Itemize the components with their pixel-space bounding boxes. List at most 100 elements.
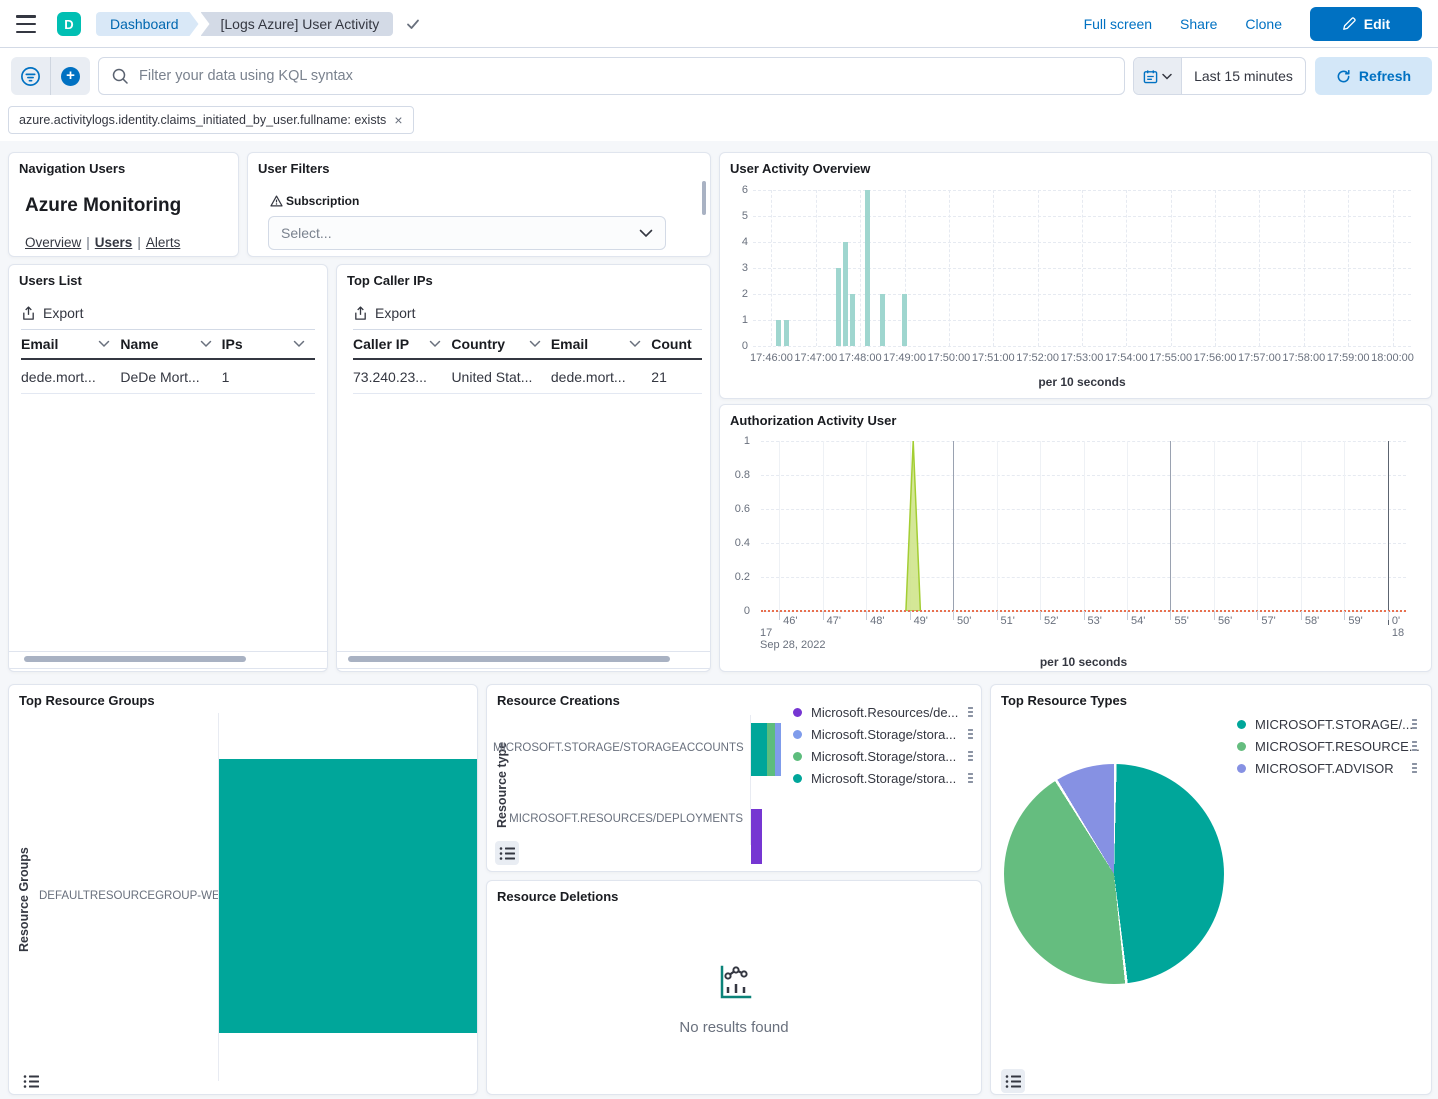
calendar-menu-button[interactable] [1134, 58, 1182, 94]
column-header-country[interactable]: Country [451, 336, 550, 352]
edit-button[interactable]: Edit [1310, 7, 1422, 41]
menu-icon[interactable] [16, 15, 36, 33]
subscription-select[interactable]: Select... [268, 216, 666, 250]
refresh-button[interactable]: Refresh [1315, 57, 1432, 95]
panel-user-filters: User Filters Subscription Select... [247, 152, 711, 257]
column-header-name[interactable]: Name [120, 336, 221, 352]
time-range-picker: Last 15 minutes [1133, 57, 1306, 95]
y-axis-tick-label: 0 [722, 605, 750, 617]
subscription-field-label: Subscription [270, 194, 359, 208]
export-button[interactable]: Export [21, 305, 83, 321]
legend-toggle-icon[interactable] [495, 841, 519, 865]
clone-link[interactable]: Clone [1245, 16, 1282, 32]
panel-users-list: Users List Export EmailNameIPsdede.mort.… [8, 264, 328, 672]
nav-link-users[interactable]: Users [95, 235, 133, 250]
column-header-label: Email [551, 336, 588, 352]
add-filter-button[interactable]: + [51, 57, 90, 95]
horizontal-scrollbar[interactable] [24, 656, 246, 662]
grid-line [1171, 190, 1172, 346]
legend-item-label[interactable]: MICROSOFT.RESOURCE... [1255, 739, 1420, 754]
panel-scrollbar[interactable] [702, 181, 706, 215]
table-header-row: EmailNameIPs [21, 329, 315, 360]
legend-item[interactable]: Microsoft.Resources/de... [793, 701, 975, 723]
subscription-label-text: Subscription [286, 194, 359, 208]
legend-item-label[interactable]: MICROSOFT.STORAGE/... [1255, 717, 1413, 732]
empty-chart-icon [715, 961, 755, 1003]
legend-item-label[interactable]: Microsoft.Storage/stora... [811, 727, 956, 742]
nav-link-alerts[interactable]: Alerts [146, 235, 181, 250]
legend-more-icon[interactable] [966, 727, 975, 742]
authorization-spike-series[interactable] [761, 441, 1406, 611]
histogram-bar[interactable] [784, 320, 789, 346]
histogram-bar[interactable] [843, 242, 848, 346]
legend-more-icon[interactable] [1410, 717, 1419, 732]
nav-link-overview[interactable]: Overview [25, 235, 81, 250]
stacked-bar-segment[interactable] [751, 809, 762, 864]
table-row: dede.mort...DeDe Mort...1 [21, 360, 315, 394]
grid-line [1215, 190, 1216, 346]
legend-toggle-icon[interactable] [1001, 1069, 1025, 1093]
saved-query-filter-button[interactable] [11, 57, 50, 95]
stacked-bar-segment[interactable] [775, 723, 781, 776]
table-cell: 73.240.23... [353, 369, 451, 385]
table-cell: 1 [222, 369, 315, 385]
column-header-label: Country [451, 336, 505, 352]
column-header-count[interactable]: Count [651, 336, 702, 352]
export-button[interactable]: Export [353, 305, 415, 321]
table-row: 73.240.23...United Stat...dede.mort...21 [353, 360, 702, 394]
stacked-bar-segment[interactable] [767, 723, 775, 776]
resource-group-bar[interactable] [219, 759, 478, 1033]
histogram-bar[interactable] [865, 190, 870, 346]
active-filter-pill[interactable]: azure.activitylogs.identity.claims_initi… [8, 106, 414, 134]
legend-item-label[interactable]: MICROSOFT.ADVISOR [1255, 761, 1394, 776]
legend-more-icon[interactable] [966, 771, 975, 786]
legend-item[interactable]: Microsoft.Storage/stora... [793, 723, 975, 745]
category-label: DEFAULTRESOURCEGROUP-WEU [39, 890, 191, 902]
x-axis-tick-label: 58' [1305, 615, 1319, 627]
filter-circle-icon [20, 66, 41, 87]
histogram-bar[interactable] [776, 320, 781, 346]
histogram-bar[interactable] [902, 294, 907, 346]
legend-item[interactable]: Microsoft.Storage/stora... [793, 767, 975, 789]
space-avatar[interactable]: D [57, 12, 81, 36]
legend-toggle-icon[interactable] [19, 1069, 43, 1093]
column-header-email[interactable]: Email [551, 336, 651, 352]
legend-more-icon[interactable] [966, 749, 975, 764]
legend-item[interactable]: MICROSOFT.RESOURCE... [1237, 735, 1419, 757]
share-link[interactable]: Share [1180, 16, 1217, 32]
grid-line [860, 190, 861, 346]
pencil-icon [1342, 17, 1356, 31]
legend-more-icon[interactable] [1410, 739, 1419, 754]
column-header-ips[interactable]: IPs [222, 336, 315, 352]
legend-item[interactable]: MICROSOFT.STORAGE/... [1237, 713, 1419, 735]
histogram-bar[interactable] [850, 294, 855, 346]
y-axis-tick-label: 4 [720, 236, 748, 248]
column-header-email[interactable]: Email [21, 336, 120, 352]
legend-item[interactable]: MICROSOFT.ADVISOR [1237, 757, 1419, 779]
legend-item-label[interactable]: Microsoft.Storage/stora... [811, 749, 956, 764]
breadcrumb-page-title[interactable]: [Logs Azure] User Activity [201, 12, 394, 36]
column-header-caller-ip[interactable]: Caller IP [353, 336, 451, 352]
horizontal-scrollbar[interactable] [348, 656, 670, 662]
histogram-bar[interactable] [880, 294, 885, 346]
kql-search-input[interactable] [139, 68, 1124, 84]
grid-line [1348, 190, 1349, 346]
legend-item-label[interactable]: Microsoft.Resources/de... [811, 705, 958, 720]
legend-more-icon[interactable] [1410, 761, 1419, 776]
breadcrumb-dashboard[interactable]: Dashboard [96, 12, 199, 36]
export-label: Export [43, 305, 83, 321]
legend-item-label[interactable]: Microsoft.Storage/stora... [811, 771, 956, 786]
remove-filter-icon[interactable]: × [394, 112, 402, 128]
y-axis-tick-label: 0 [720, 340, 748, 352]
legend-item[interactable]: Microsoft.Storage/stora... [793, 745, 975, 767]
x-axis-tick [953, 611, 954, 620]
legend-more-icon[interactable] [966, 705, 975, 720]
full-screen-link[interactable]: Full screen [1084, 16, 1152, 32]
y-axis-tick-label: 3 [720, 262, 748, 274]
time-range-value[interactable]: Last 15 minutes [1182, 58, 1305, 94]
sort-chevron-icon [98, 340, 110, 348]
legend-color-dot [1237, 764, 1246, 773]
histogram-bar[interactable] [836, 268, 841, 346]
stacked-bar-segment[interactable] [751, 723, 767, 776]
resource-types-pie[interactable] [1004, 764, 1224, 984]
